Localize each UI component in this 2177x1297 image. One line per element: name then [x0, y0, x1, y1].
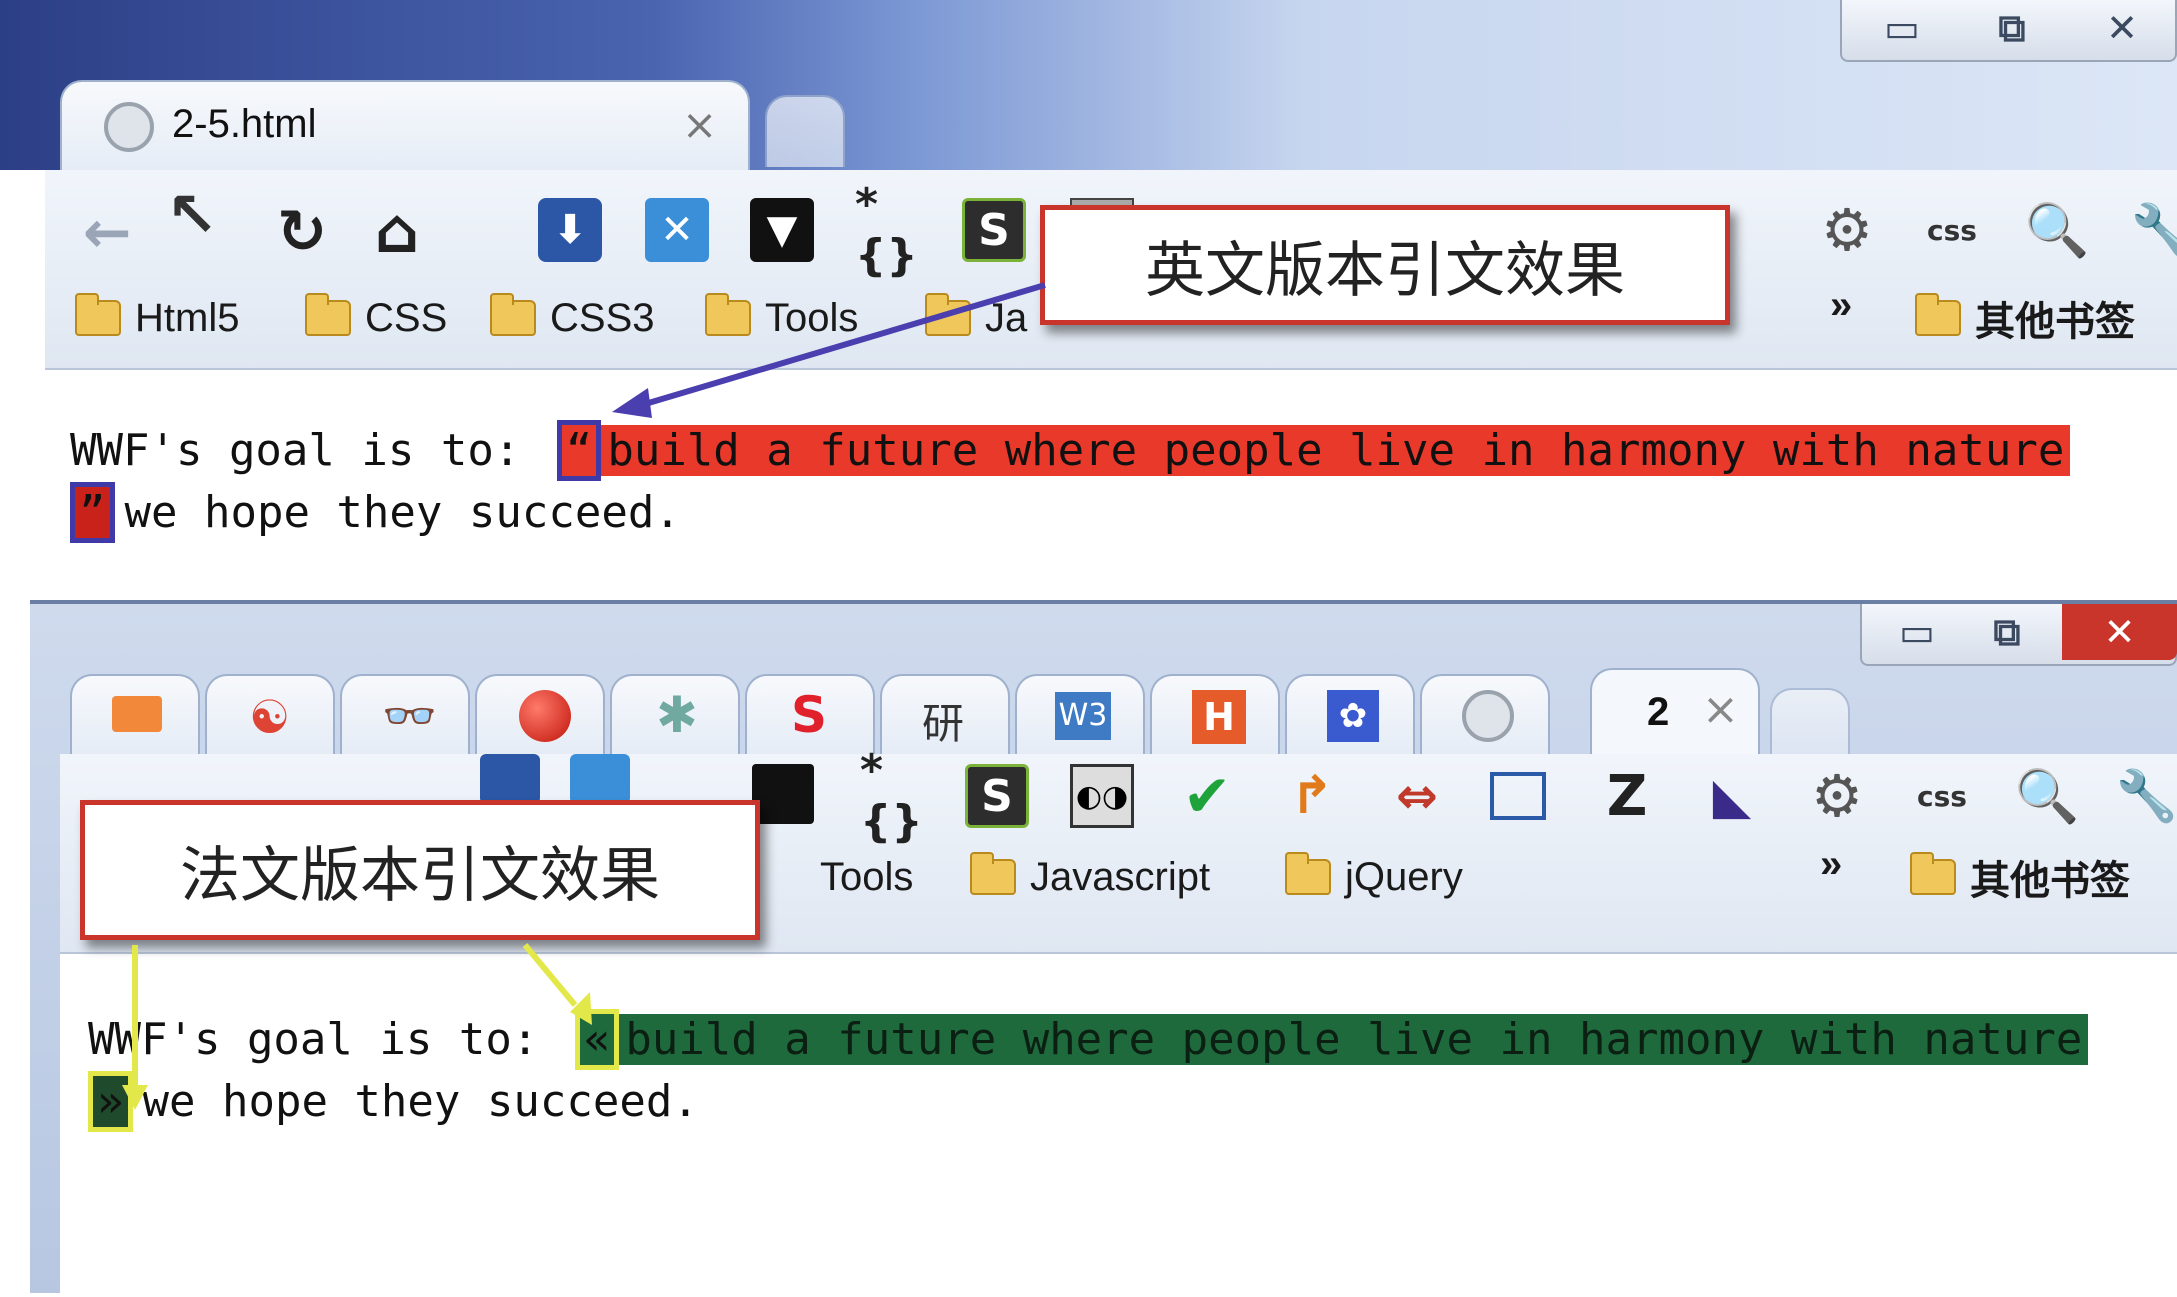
w3-icon: W3 [1055, 692, 1111, 740]
s-logo-icon: S [791, 686, 828, 744]
quote-line-2: » we hope they succeed. [88, 1071, 699, 1132]
line-2-text: we hope they succeed. [142, 1076, 699, 1127]
folder-icon [970, 852, 1016, 895]
folder-icon [1285, 852, 1331, 895]
paw-icon: ✿ [1327, 690, 1379, 742]
mail-icon [112, 696, 162, 732]
close-button[interactable]: ✕ [2062, 604, 2177, 660]
bookmark-label: 其他书签 [1970, 859, 2130, 903]
bookmark-jquery[interactable]: jQuery [1285, 847, 1463, 907]
pinned-tab[interactable]: ☯ [205, 674, 335, 754]
z-ext-icon[interactable]: Z [1595, 764, 1659, 829]
pinned-tab[interactable] [475, 674, 605, 754]
asterisk-icon: ✱ [656, 686, 698, 744]
close-quote-mark: » [88, 1071, 133, 1132]
pinned-tab[interactable]: S [745, 674, 875, 754]
minimize-button[interactable]: ▭ [1882, 604, 1952, 660]
v-ext-icon[interactable] [752, 764, 814, 824]
mask-ext-icon[interactable]: ◐◑ [1070, 764, 1134, 828]
pinned-tab[interactable]: ✿ [1285, 674, 1415, 754]
new-tab-button[interactable] [1770, 688, 1850, 754]
bottom-browser-window: ▭ ⧉ ✕ ☯ 👓 ✱ S 研 W3 H ✿ 2 × *{} S ◐◑ ✔ ↱ … [30, 600, 2177, 1297]
swirl-icon: ☯ [249, 690, 291, 744]
css-ext-icon[interactable]: css [1910, 764, 1974, 828]
bookmark-tools[interactable]: Tools [820, 847, 913, 907]
search-ext-icon[interactable]: 🔍 [2015, 764, 2080, 828]
open-quote-mark: « [574, 1009, 620, 1070]
xmarks-ext-icon[interactable] [570, 754, 630, 804]
bookmark-javascript[interactable]: Javascript [970, 847, 1210, 907]
page-content: WWF's goal is to: «build a future where … [60, 954, 2177, 1297]
pinned-tab[interactable]: ✱ [610, 674, 740, 754]
tab-title: 2 [1647, 690, 1670, 734]
braces-ext-icon[interactable]: *{} [860, 745, 924, 847]
zh-char-icon: 研 [922, 699, 965, 748]
tab-active[interactable]: 2 × [1590, 668, 1760, 756]
tab-close-button[interactable]: × [1702, 684, 1739, 735]
highlighted-quote-text: build a future where people live in harm… [619, 1014, 2089, 1065]
screen-ext-icon[interactable] [1490, 772, 1546, 820]
puzzle-ext-icon[interactable]: ◣ [1700, 764, 1764, 828]
globe-icon [1462, 690, 1514, 742]
resize-ext-icon[interactable]: ⇔ [1385, 764, 1449, 828]
window-controls: ▭ ⧉ ✕ [1860, 604, 2177, 666]
pinned-tab[interactable] [1420, 674, 1550, 754]
pinned-tab[interactable]: H [1150, 674, 1280, 754]
top-arrow-head [612, 388, 652, 418]
bookmark-label: Tools [820, 854, 914, 899]
bookmark-label: jQuery [1345, 854, 1463, 899]
check-icon[interactable]: ✔ [1175, 762, 1239, 830]
pinned-tab[interactable]: W3 [1015, 674, 1145, 754]
quote-line-1: WWF's goal is to: «build a future where … [88, 1009, 2089, 1070]
s-ext-icon[interactable]: S [965, 764, 1029, 828]
tab-strip: ☯ 👓 ✱ S 研 W3 H ✿ [70, 674, 1600, 754]
pinned-tab[interactable] [70, 674, 200, 754]
bookmarks-more-button[interactable]: » [1820, 834, 1842, 894]
folder-icon [1910, 852, 1956, 895]
pinned-tab[interactable]: 研 [880, 674, 1010, 754]
download-ext-icon[interactable] [480, 754, 540, 804]
glasses-icon: 👓 [382, 691, 437, 742]
arrow-ext-icon[interactable]: ↱ [1280, 764, 1344, 828]
gear-icon[interactable]: ⚙ [1805, 762, 1869, 830]
maximize-button[interactable]: ⧉ [1972, 604, 2042, 660]
red-ball-icon [519, 690, 571, 742]
french-quote-callout: 法文版本引文效果 [80, 800, 760, 940]
pinned-tab[interactable]: 👓 [340, 674, 470, 754]
bookmark-other[interactable]: 其他书签 [1910, 847, 2130, 907]
line-prefix-text: WWF's goal is to: [88, 1014, 539, 1065]
bookmark-label: Javascript [1030, 854, 1211, 899]
top-arrow-line [624, 282, 1046, 413]
h-icon: H [1192, 690, 1246, 744]
wrench-icon[interactable]: 🔧 [2115, 764, 2177, 828]
